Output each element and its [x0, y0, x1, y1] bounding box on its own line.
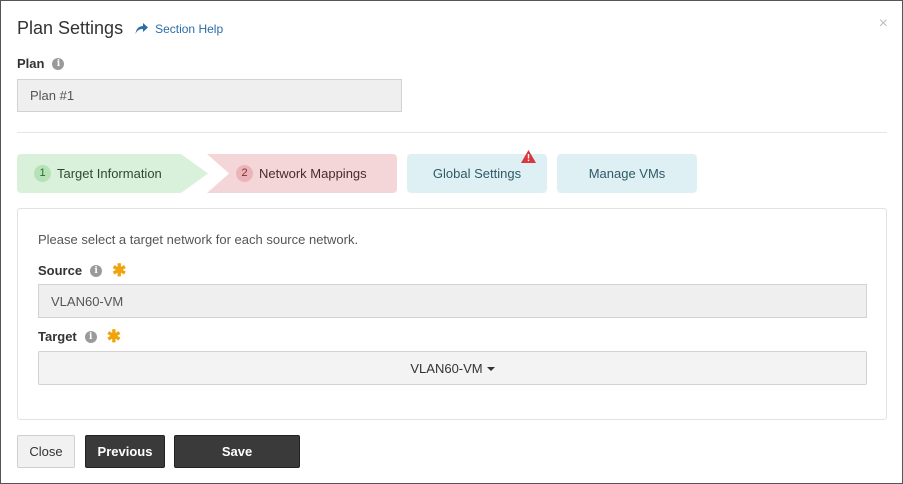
asterisk-icon: ✱: [106, 326, 122, 346]
plan-settings-dialog: Plan Settings Section Help × Plan i Plan…: [0, 0, 903, 484]
warning-triangle-icon: [521, 150, 536, 163]
step-target-information[interactable]: 1 Target Information: [17, 154, 208, 193]
step-label: Manage VMs: [588, 166, 666, 181]
previous-button[interactable]: Previous: [85, 435, 165, 468]
wizard-steps: 1 Target Information 2 Network Mappings …: [17, 150, 897, 193]
caret-down-icon: [486, 367, 495, 371]
target-label: Target: [38, 329, 77, 344]
target-network-dropdown[interactable]: VLAN60-VM: [38, 351, 867, 385]
section-help-label: Section Help: [155, 21, 224, 36]
divider: [17, 132, 887, 133]
info-icon[interactable]: i: [90, 264, 103, 277]
source-label-row: Source i ✱: [38, 260, 127, 280]
target-label-row: Target i ✱: [38, 326, 122, 346]
close-icon[interactable]: ×: [879, 15, 888, 33]
step-label: Global Settings: [432, 166, 522, 181]
step-network-mappings[interactable]: 2 Network Mappings: [207, 154, 397, 193]
share-arrow-icon: [135, 23, 149, 34]
dialog-header: Plan Settings Section Help: [17, 18, 223, 39]
plan-name-field: Plan #1: [17, 79, 402, 112]
source-label: Source: [38, 263, 83, 278]
step-label: Target Information: [57, 166, 162, 181]
step-label: Network Mappings: [259, 166, 367, 181]
step-manage-vms[interactable]: Manage VMs: [557, 154, 697, 193]
asterisk-icon: ✱: [112, 260, 127, 280]
close-button[interactable]: Close: [17, 435, 75, 468]
save-button[interactable]: Save: [174, 435, 300, 468]
plan-label: Plan: [17, 56, 45, 71]
plan-label-row: Plan i: [17, 56, 65, 71]
step-number-badge: 2: [236, 165, 253, 182]
instruction-text: Please select a target network for each …: [38, 232, 359, 247]
target-selected-value: VLAN60-VM: [410, 360, 483, 376]
step-number-badge: 1: [34, 165, 51, 182]
network-mappings-panel: Please select a target network for each …: [17, 208, 887, 420]
info-icon[interactable]: i: [84, 330, 97, 343]
dialog-title: Plan Settings: [17, 18, 124, 38]
section-help-link[interactable]: Section Help: [135, 22, 223, 36]
info-icon[interactable]: i: [52, 57, 65, 70]
source-network-field: VLAN60-VM: [38, 284, 867, 318]
